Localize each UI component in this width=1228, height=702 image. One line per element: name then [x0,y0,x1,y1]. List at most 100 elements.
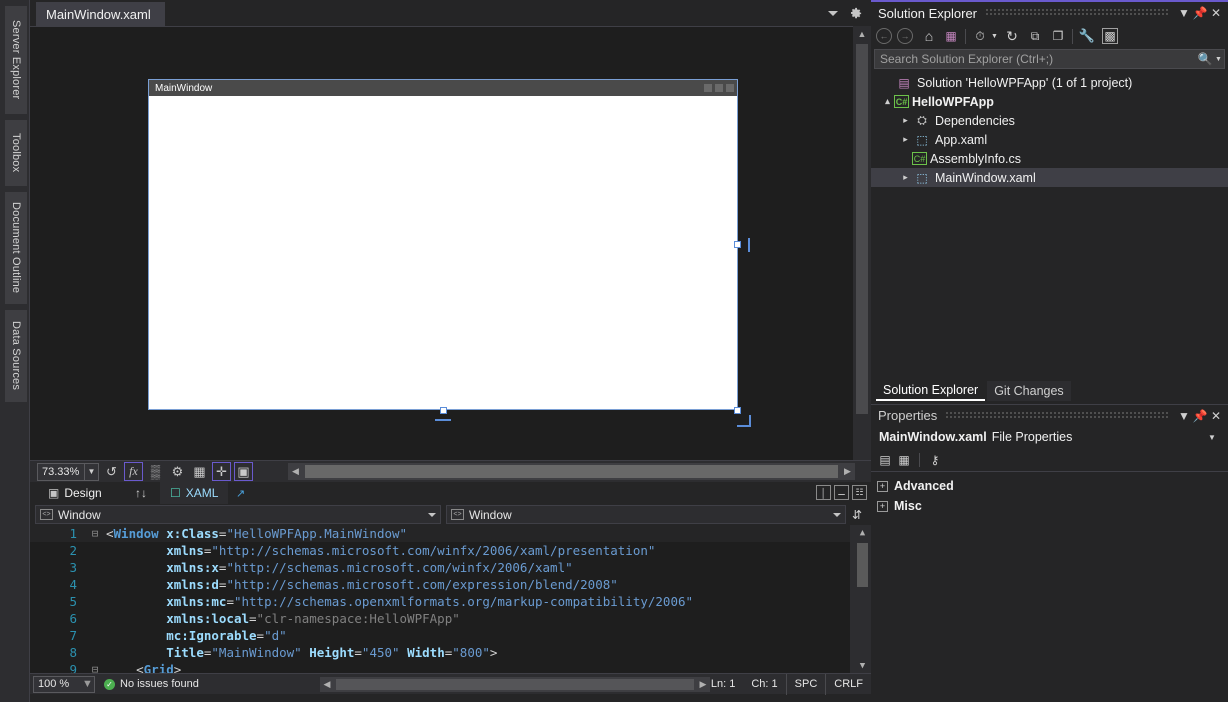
height-grip-horizontal[interactable] [435,419,451,421]
tree-node[interactable]: ▤Solution 'HelloWPFApp' (1 of 1 project) [871,73,1228,92]
swap-panes-button[interactable]: ↑↓ [125,482,157,504]
solution-view-icon[interactable]: ▦ [943,28,959,44]
search-icon[interactable]: 🔍 [1197,51,1213,67]
home-icon[interactable]: ⌂ [921,28,937,44]
chevron-down-icon[interactable]: ▼ [1213,51,1224,67]
transparency-button[interactable]: ▦ [190,462,209,481]
show-grid-button[interactable]: ▒ [146,462,165,481]
property-group[interactable]: +Advanced [871,476,1228,496]
width-grip-vertical[interactable] [748,238,750,252]
gear-icon[interactable] [848,6,863,21]
line-ending-indicator[interactable]: CRLF [825,674,871,695]
rail-tab-toolbox[interactable]: Toolbox [5,120,27,186]
code-line[interactable]: 9⊟ <Grid> [30,661,871,673]
snap-settings-button[interactable]: ⚙ [168,462,187,481]
expander-icon[interactable]: ▸ [899,172,912,183]
rail-tab-data-sources[interactable]: Data Sources [5,310,27,402]
categorized-view-icon[interactable]: ▤ [877,452,893,468]
drag-handle-dots[interactable] [985,9,1168,17]
expander-icon[interactable]: ▸ [899,115,912,126]
refresh-designer-button[interactable]: ↺ [102,462,121,481]
chevron-down-icon[interactable] [828,11,838,16]
pin-icon[interactable]: 📌 [1192,5,1208,21]
mainwindow-preview[interactable]: MainWindow [148,79,738,410]
property-group[interactable]: +Misc [871,496,1228,516]
tree-node[interactable]: ▸⬚MainWindow.xaml [871,168,1228,187]
popout-designer-button[interactable]: ↗ [226,482,255,504]
scroll-left-arrow-icon[interactable]: ◀ [320,679,334,690]
resize-handle-bottom[interactable] [440,407,447,414]
fold-marker[interactable]: ⊟ [84,663,106,673]
scroll-down-arrow-icon[interactable]: ▼ [854,658,871,673]
indentation-indicator[interactable]: SPC [786,674,826,695]
properties-wrench-icon[interactable]: 🔧 [1079,28,1095,44]
forward-icon[interactable]: → [897,28,913,44]
code-line[interactable]: 5 xmlns:mc="http://schemas.openxmlformat… [30,593,871,610]
designer-horizontal-scrollbar[interactable]: ◀ ▶ [288,463,855,480]
expand-plus-icon[interactable]: + [877,501,888,512]
fold-marker[interactable]: ⊟ [84,527,106,540]
collapse-pane-button[interactable]: ☷ [852,485,867,500]
code-line[interactable]: 1⊟<Window x:Class="HelloWPFApp.MainWindo… [30,525,871,542]
preview-selected-items-icon[interactable]: ▩ [1102,28,1118,44]
xaml-code-editor[interactable]: 1⊟<Window x:Class="HelloWPFApp.MainWindo… [30,525,871,673]
member-combobox[interactable]: <> Window [446,505,846,524]
expand-plus-icon[interactable]: + [877,481,888,492]
chevron-down-icon[interactable] [428,513,436,517]
solution-search-box[interactable]: 🔍 ▼ [874,49,1225,69]
rail-tab-document-outline[interactable]: Document Outline [5,192,27,304]
tab-xaml[interactable]: ☐ XAML [160,482,228,504]
alphabetical-view-icon[interactable]: ▦ [896,452,912,468]
editor-vertical-scrollbar[interactable]: ▲ ▼ [854,525,871,673]
designer-scroll-thumb[interactable] [856,44,868,414]
horizontal-split-button[interactable]: ⚊ [834,485,849,500]
close-icon[interactable]: ✕ [1208,408,1224,424]
drag-handle-dots[interactable] [945,412,1168,420]
chevron-down-icon[interactable]: ▼ [1176,5,1192,21]
close-icon[interactable]: ✕ [1208,5,1224,21]
tree-node[interactable]: ▴C#HelloWPFApp [871,92,1228,111]
back-icon[interactable]: ← [876,28,892,44]
code-line[interactable]: 7 mc:Ignorable="d" [30,627,871,644]
effects-fx-button[interactable]: fx [124,462,143,481]
tab-design[interactable]: ▣ Design [38,482,112,504]
editor-zoom-combobox[interactable]: 100 % ▼ [33,676,95,693]
code-line[interactable]: 2 xmlns="http://schemas.microsoft.com/wi… [30,542,871,559]
split-editor-icon[interactable]: ⇵ [852,508,862,522]
code-line[interactable]: 4 xmlns:d="http://schemas.microsoft.com/… [30,576,871,593]
dock-tab-git-changes[interactable]: Git Changes [987,381,1070,401]
editor-horizontal-scrollbar[interactable]: ◀ ▶ [320,677,710,692]
solution-tree[interactable]: ▤Solution 'HelloWPFApp' (1 of 1 project)… [871,69,1228,364]
editor-scroll-thumb[interactable] [857,543,868,587]
resize-handle-corner[interactable] [734,407,741,414]
corner-grip-horizontal[interactable] [737,425,751,427]
chevron-down-icon[interactable]: ▼ [1176,408,1192,424]
chevron-down-icon[interactable]: ▼ [1204,429,1220,445]
chevron-down-icon[interactable]: ▼ [990,28,999,44]
expander-icon[interactable]: ▴ [881,96,894,107]
dock-tab-solution-explorer[interactable]: Solution Explorer [876,381,985,401]
vertical-split-button[interactable]: │ [816,485,831,500]
designer-vertical-scrollbar[interactable]: ▲ [853,26,871,460]
zoom-level-combobox[interactable]: 73.33% ▼ [37,463,99,481]
code-line[interactable]: 8 Title="MainWindow" Height="450" Width=… [30,644,871,661]
designer-hscroll-thumb[interactable] [305,465,838,478]
tree-node[interactable]: C#AssemblyInfo.cs [871,149,1228,168]
code-line[interactable]: 3 xmlns:x="http://schemas.microsoft.com/… [30,559,871,576]
code-line[interactable]: 6 xmlns:local="clr-namespace:HelloWPFApp… [30,610,871,627]
artboard-options-button[interactable]: ▣ [234,462,253,481]
chevron-down-icon[interactable]: ▼ [81,678,94,690]
scroll-up-arrow-icon[interactable]: ▲ [853,26,871,42]
pending-changes-filter-icon[interactable]: ⏱ [972,28,988,44]
tab-mainwindow-xaml[interactable]: MainWindow.xaml [36,2,165,26]
expander-icon[interactable]: ▸ [899,134,912,145]
property-pages-icon[interactable]: ⚷ [927,452,943,468]
chevron-down-icon[interactable]: ▼ [84,464,98,480]
snap-to-gridlines-button[interactable]: ✛ [212,462,231,481]
xaml-design-surface[interactable]: MainWindow [30,26,853,460]
tree-node[interactable]: ▸⬚App.xaml [871,130,1228,149]
resize-handle-right[interactable] [734,241,741,248]
search-input[interactable] [875,52,1197,66]
rail-tab-server-explorer[interactable]: Server Explorer [5,6,27,114]
tree-node[interactable]: ▸⛭Dependencies [871,111,1228,130]
